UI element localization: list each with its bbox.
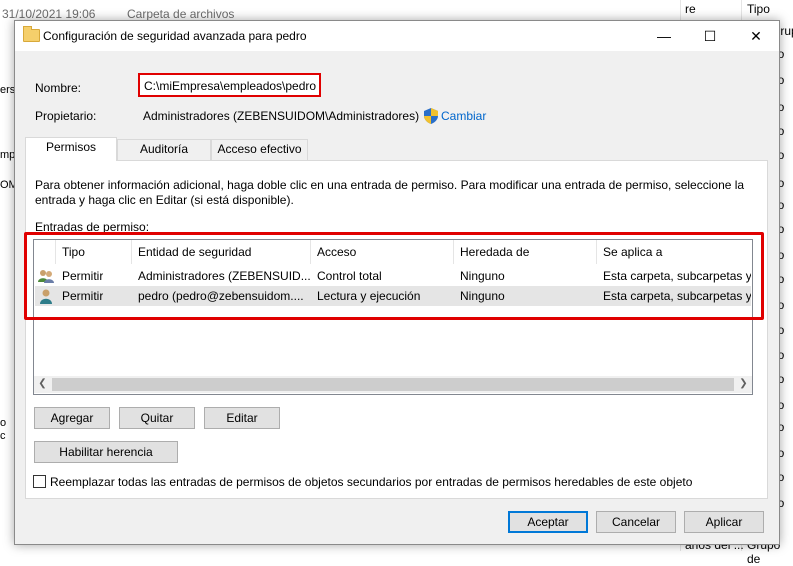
apply-button[interactable]: Aplicar bbox=[684, 511, 764, 533]
tab-permisos[interactable]: Permisos bbox=[25, 137, 117, 161]
explorer-left-fragments: ersi mpr OM o c bbox=[0, 24, 19, 551]
uac-shield-icon bbox=[424, 108, 438, 124]
bg-col-partial: re bbox=[685, 2, 696, 16]
scrollbar-thumb[interactable] bbox=[52, 378, 734, 391]
owner-value: Administradores (ZEBENSUIDOM\Administrad… bbox=[143, 109, 420, 123]
minimize-button[interactable]: — bbox=[641, 21, 687, 51]
tab-auditoria[interactable]: Auditoría bbox=[117, 139, 211, 160]
horizontal-scrollbar[interactable]: ❮ ❯ bbox=[34, 376, 752, 393]
bg-date: 31/10/2021 19:06 bbox=[2, 7, 96, 21]
folder-icon bbox=[23, 26, 40, 42]
ok-button[interactable]: Aceptar bbox=[508, 511, 588, 533]
bg-col-tipo: Tipo bbox=[747, 2, 770, 16]
edit-button[interactable]: Editar bbox=[204, 407, 280, 429]
name-highlight-box: C:\miEmpresa\empleados\pedro bbox=[138, 73, 321, 97]
cancel-button[interactable]: Cancelar bbox=[596, 511, 676, 533]
enable-inheritance-button[interactable]: Habilitar herencia bbox=[34, 441, 178, 463]
name-value: C:\miEmpresa\empleados\pedro bbox=[144, 79, 317, 93]
replace-child-permissions-label: Reemplazar todas las entradas de permiso… bbox=[50, 475, 693, 489]
close-button[interactable]: ✕ bbox=[733, 21, 779, 51]
bg-type: Carpeta de archivos bbox=[127, 7, 235, 21]
title-bar[interactable]: Configuración de seguridad avanzada para… bbox=[15, 21, 779, 51]
owner-label: Propietario: bbox=[35, 109, 97, 123]
bg-left-frag: c bbox=[0, 430, 6, 442]
entries-highlight-box bbox=[24, 232, 764, 320]
scroll-left-icon[interactable]: ❮ bbox=[34, 376, 51, 393]
dialog-title: Configuración de seguridad avanzada para… bbox=[43, 29, 307, 43]
info-text: Para obtener información adicional, haga… bbox=[35, 178, 745, 207]
maximize-button[interactable]: ☐ bbox=[687, 21, 733, 51]
tab-acceso-efectivo[interactable]: Acceso efectivo bbox=[211, 139, 308, 160]
scroll-right-icon[interactable]: ❯ bbox=[735, 376, 752, 393]
advanced-security-dialog: Configuración de seguridad avanzada para… bbox=[14, 20, 780, 545]
name-label: Nombre: bbox=[35, 81, 82, 95]
remove-button[interactable]: Quitar bbox=[119, 407, 195, 429]
bg-left-frag: o bbox=[0, 417, 7, 429]
replace-child-permissions-checkbox[interactable] bbox=[33, 475, 46, 488]
change-owner-link[interactable]: Cambiar bbox=[441, 109, 486, 123]
add-button[interactable]: Agregar bbox=[34, 407, 110, 429]
